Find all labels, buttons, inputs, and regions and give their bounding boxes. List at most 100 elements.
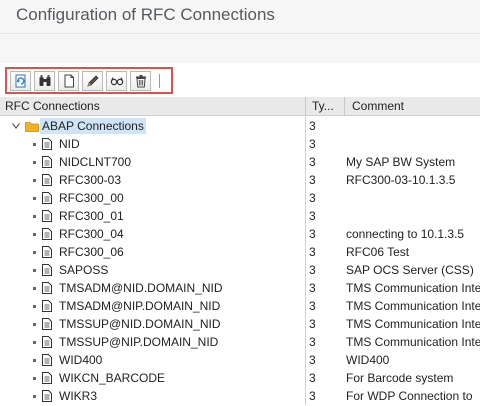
refresh-button[interactable]	[10, 70, 31, 91]
type-cell: 3	[305, 333, 344, 351]
tree-leaf-dot	[33, 161, 36, 164]
title-bar: Configuration of RFC Connections	[0, 0, 480, 33]
connection-name[interactable]: RFC300_00	[59, 189, 124, 207]
tree-leaf-dot	[33, 143, 36, 146]
type-cell: 3	[305, 351, 344, 369]
connection-row[interactable]: RFC300-03 3 RFC300-03-10.1.3.5	[0, 171, 480, 189]
connection-row[interactable]: TMSSUP@NIP.DOMAIN_NID 3 TMS Communicatio…	[0, 333, 480, 351]
tree-leaf-dot	[33, 179, 36, 182]
type-cell: 3	[305, 207, 344, 225]
connection-name-cell: NID	[0, 135, 305, 153]
comment-cell: connecting to 10.1.3.5	[346, 227, 465, 241]
comment-cell: RFC300-03-10.1.3.5	[346, 173, 456, 187]
connection-name-cell: TMSSUP@NIP.DOMAIN_NID	[0, 333, 305, 351]
type-cell: 3	[305, 297, 344, 315]
type-cell: 3	[305, 135, 344, 153]
connection-name[interactable]: TMSADM@NID.DOMAIN_NID	[59, 279, 223, 297]
connection-name[interactable]: NID	[59, 135, 80, 153]
document-icon	[42, 246, 52, 258]
document-icon	[42, 336, 52, 348]
type-cell: 3	[305, 315, 344, 333]
find-button[interactable]	[34, 70, 55, 91]
connection-row[interactable]: TMSSUP@NID.DOMAIN_NID 3 TMS Communicatio…	[0, 315, 480, 333]
type-cell: 3	[305, 387, 344, 405]
connection-name[interactable]: TMSSUP@NID.DOMAIN_NID	[59, 315, 221, 333]
connection-row[interactable]: WIKCN_BARCODE 3 For Barcode system	[0, 369, 480, 387]
connection-row[interactable]: RFC300_00 3	[0, 189, 480, 207]
connection-row[interactable]: NID 3	[0, 135, 480, 153]
column-header-comment[interactable]: Comment	[344, 97, 480, 116]
change-button[interactable]	[82, 70, 103, 91]
connection-name[interactable]: TMSSUP@NIP.DOMAIN_NID	[59, 333, 218, 351]
tree-root-row[interactable]: ABAP Connections 3	[0, 117, 480, 135]
tree-root-label[interactable]: ABAP Connections	[40, 118, 146, 134]
comment-cell: TMS Communication Inte	[346, 281, 480, 295]
connection-row[interactable]: TMSADM@NIP.DOMAIN_NID 3 TMS Communicatio…	[0, 297, 480, 315]
connection-row[interactable]: RFC300_04 3 connecting to 10.1.3.5	[0, 225, 480, 243]
connection-name[interactable]: WIKCN_BARCODE	[59, 369, 165, 387]
document-icon	[42, 282, 52, 294]
pencil-icon	[86, 74, 99, 87]
display-button[interactable]	[106, 70, 127, 91]
connection-row[interactable]: SAPOSS 3 SAP OCS Server (CSS)	[0, 261, 480, 279]
connection-name-cell: WIKR3	[0, 387, 305, 405]
connection-row[interactable]: WID400 3 WID400	[0, 351, 480, 369]
connection-name-cell: TMSADM@NIP.DOMAIN_NID	[0, 297, 305, 315]
tree-leaf-dot	[33, 287, 36, 290]
type-cell: 3	[305, 369, 344, 387]
connection-name[interactable]: NIDCLNT700	[59, 153, 131, 171]
connection-row[interactable]: WIKR3 3 For WDP Connection to	[0, 387, 480, 405]
document-icon	[42, 138, 52, 150]
tree-leaf-dot	[33, 197, 36, 200]
comment-cell	[344, 207, 480, 225]
document-icon	[42, 264, 52, 276]
comment-cell	[344, 189, 480, 207]
connection-name[interactable]: RFC300_06	[59, 243, 124, 261]
connection-name-cell: RFC300_00	[0, 189, 305, 207]
connection-name[interactable]: RFC300_04	[59, 225, 124, 243]
connection-name[interactable]: SAPOSS	[59, 261, 108, 279]
connection-row[interactable]: RFC300_06 3 RFC06 Test	[0, 243, 480, 261]
connection-row[interactable]: RFC300_01 3	[0, 207, 480, 225]
comment-cell: My SAP BW System	[346, 155, 456, 169]
menu-strip	[0, 33, 480, 63]
connection-name-cell: RFC300_04	[0, 225, 305, 243]
grid-header: RFC Connections Ty... Comment	[0, 97, 480, 116]
new-document-icon	[64, 74, 74, 87]
connection-name-cell: RFC300-03	[0, 171, 305, 189]
column-header-type[interactable]: Ty...	[305, 97, 344, 116]
comment-cell	[344, 117, 480, 135]
toolbar-area	[0, 63, 480, 97]
binoculars-icon	[39, 74, 50, 86]
connection-name-cell: WID400	[0, 351, 305, 369]
connection-name-cell: TMSADM@NID.DOMAIN_NID	[0, 279, 305, 297]
connection-name[interactable]: WIKR3	[59, 387, 97, 405]
connection-name[interactable]: RFC300-03	[59, 171, 121, 189]
type-cell: 3	[305, 153, 344, 171]
tree-leaf-dot	[33, 395, 36, 398]
connection-name-cell: SAPOSS	[0, 261, 305, 279]
connection-name[interactable]: RFC300_01	[59, 207, 124, 225]
connection-row[interactable]: TMSADM@NID.DOMAIN_NID 3 TMS Communicatio…	[0, 279, 480, 297]
tree-leaf-dot	[33, 377, 36, 380]
comment-cell: For Barcode system	[346, 371, 454, 385]
connection-name[interactable]: WID400	[59, 351, 102, 369]
type-cell: 3	[305, 261, 344, 279]
connection-row[interactable]: NIDCLNT700 3 My SAP BW System	[0, 153, 480, 171]
create-button[interactable]	[58, 70, 79, 91]
tree-grid: ABAP Connections 3 NID 3 NIDCLNT700 3 My…	[0, 117, 480, 405]
delete-button[interactable]	[130, 70, 151, 91]
column-header-rfc-connections[interactable]: RFC Connections	[0, 97, 305, 116]
comment-cell: TMS Communication Inte	[346, 317, 480, 331]
connection-name-cell: TMSSUP@NID.DOMAIN_NID	[0, 315, 305, 333]
type-cell: 3	[305, 225, 344, 243]
comment-cell: WID400	[346, 353, 390, 367]
connection-name[interactable]: TMSADM@NIP.DOMAIN_NID	[59, 297, 220, 315]
document-icon	[42, 300, 52, 312]
type-cell: 3	[305, 243, 344, 261]
tree-leaf-dot	[33, 215, 36, 218]
expanded-arrow-icon[interactable]	[12, 123, 20, 129]
tree-root-cell: ABAP Connections	[0, 117, 305, 135]
tree-leaf-dot	[33, 305, 36, 308]
type-cell: 3	[305, 189, 344, 207]
